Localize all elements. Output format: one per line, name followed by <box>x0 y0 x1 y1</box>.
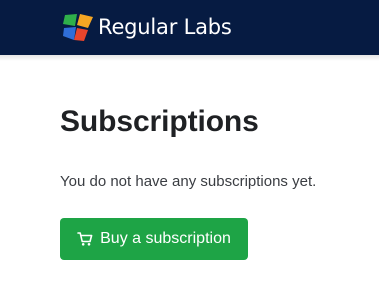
site-header: Regular Labs <box>0 0 379 55</box>
cart-icon <box>77 232 93 246</box>
brand-name: Regular Labs <box>98 15 232 39</box>
page-title: Subscriptions <box>60 105 259 138</box>
empty-state-message: You do not have any subscriptions yet. <box>60 173 317 190</box>
brand-link[interactable]: Regular Labs <box>63 12 232 42</box>
buy-subscription-button[interactable]: Buy a subscription <box>60 218 248 260</box>
buy-subscription-label: Buy a subscription <box>100 230 231 247</box>
regular-labs-logo-icon <box>63 14 93 41</box>
header-shadow <box>0 55 379 61</box>
